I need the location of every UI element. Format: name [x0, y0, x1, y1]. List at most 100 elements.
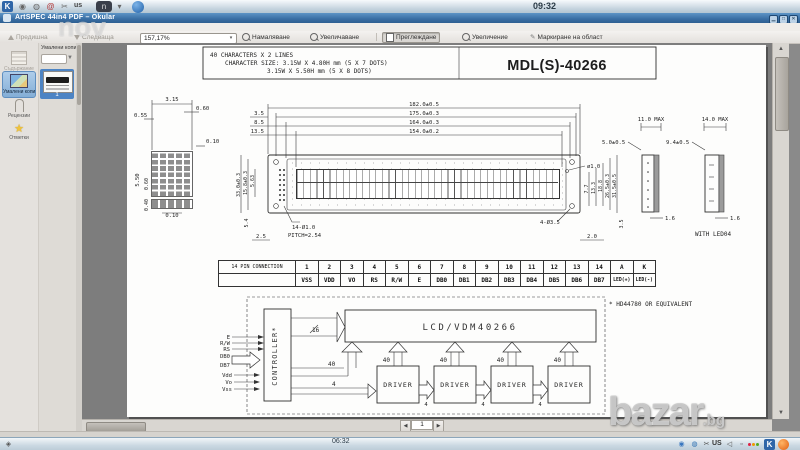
svg-text:1.6: 1.6 [730, 216, 740, 222]
selection-tool-button[interactable]: ✎ Маркиране на област [526, 32, 607, 43]
network-status-icon[interactable] [746, 439, 762, 450]
browse-tool-button[interactable]: Преглеждане [382, 32, 441, 43]
scroll-up-icon[interactable]: ▲ [773, 43, 789, 55]
svg-text:14.0 MAX: 14.0 MAX [702, 117, 729, 123]
keyboard-layout-indicator[interactable]: us [74, 2, 82, 9]
globe-icon[interactable]: ◍ [31, 1, 42, 12]
svg-text:* HD44780 OR EQUIVALENT: * HD44780 OR EQUIVALENT [609, 301, 692, 308]
thumbnail-lcd-bar [46, 77, 69, 83]
chevron-down-icon[interactable]: ▾ [227, 35, 235, 41]
top-panel-clock[interactable]: 09:32 [533, 1, 556, 11]
zoom-in-button[interactable]: Увеличаване [306, 32, 363, 43]
desktop-top-panel: K ◉ ◍ @ ✂ us n ▾ 09:32 [0, 0, 800, 14]
svg-text:0.60: 0.60 [144, 178, 150, 190]
svg-text:5.63: 5.63 [250, 175, 256, 187]
part-number: MDL(S)-40266 [507, 58, 607, 74]
thumbnails-icon [10, 74, 28, 88]
tray-user-icon[interactable]: ◉ [676, 439, 687, 450]
svg-text:175.0±0.3: 175.0±0.3 [409, 111, 439, 117]
svg-text:9.4±0.5: 9.4±0.5 [666, 140, 689, 146]
star-icon: ★ [14, 123, 24, 135]
svg-text:3.15: 3.15 [165, 97, 178, 103]
vertical-scrollbar[interactable]: ▲ ▼ [772, 43, 789, 419]
vertical-scrollbar-thumb[interactable] [775, 57, 789, 131]
mail-icon[interactable]: @ [45, 1, 56, 12]
taskbar: ◈ 06:32 ◉ ◍ ✂ US ◁ ▫ K [0, 437, 800, 450]
module-left-dims: 33.0±0.3 15.8±0.3 5.63 5.4 2.5 14-Ø1.0 P… [236, 155, 322, 241]
svg-text:0.60: 0.60 [196, 106, 209, 112]
zoom-out-button[interactable]: Намаляване [238, 32, 294, 43]
connector-holes [279, 169, 285, 201]
firefox-icon[interactable] [778, 439, 789, 450]
sidebar-item-thumbnails[interactable]: Умалени копия [2, 71, 36, 98]
svg-text:2.5: 2.5 [256, 234, 266, 240]
volume-icon[interactable]: ◁ [724, 439, 735, 450]
svg-text:4: 4 [332, 381, 336, 388]
page-number-field[interactable]: 1 [411, 420, 433, 430]
previous-page-button[interactable]: Предишна [4, 32, 52, 43]
header-block: 40 CHARACTERS X 2 LINES CHARACTER SIZE: … [202, 46, 657, 80]
svg-text:Vdd: Vdd [222, 373, 232, 379]
cut-icon[interactable]: ✂ [59, 1, 70, 12]
svg-text:5.0±0.5: 5.0±0.5 [602, 140, 625, 146]
contents-icon [11, 51, 27, 65]
page-thumbnail[interactable]: 1 [40, 69, 74, 99]
zoom-value: 157,17% [144, 34, 170, 42]
svg-text:7.7: 7.7 [584, 184, 590, 193]
taskbar-keyboard-layout[interactable]: US [712, 440, 722, 447]
kde-tray-icon[interactable]: K [764, 439, 775, 450]
svg-text:2.0: 2.0 [587, 234, 597, 240]
taskbar-clock[interactable]: 06:32 [332, 438, 350, 446]
zoom-tool-button[interactable]: Увеличение [458, 32, 512, 43]
svg-text:13.5: 13.5 [251, 129, 264, 135]
svg-text:0.10: 0.10 [165, 213, 178, 219]
svg-text:1.6: 1.6 [665, 216, 675, 222]
svg-text:8.5: 8.5 [254, 120, 264, 126]
svg-text:31.5±0.5: 31.5±0.5 [612, 174, 618, 198]
svg-text:33.0±0.3: 33.0±0.3 [236, 173, 242, 197]
toolbar-separator [376, 33, 377, 41]
launcher-icon[interactable]: ◈ [3, 439, 14, 450]
svg-text:4: 4 [481, 402, 485, 408]
svg-text:11.0 MAX: 11.0 MAX [638, 117, 665, 123]
svg-text:DB7: DB7 [220, 363, 230, 369]
page-bar: ◀ 1 ▶ [400, 420, 444, 432]
kde-menu-icon[interactable]: K [2, 1, 13, 12]
svg-text:18.8: 18.8 [598, 180, 604, 192]
zoom-combobox[interactable]: 157,17% ▾ [140, 32, 237, 44]
sidebar-item-reviews[interactable]: Рецензии [3, 97, 35, 121]
svg-text:40: 40 [328, 361, 336, 368]
panel-scrollbar-thumb[interactable] [77, 45, 81, 105]
tray-globe-icon[interactable]: ◍ [689, 439, 700, 450]
svg-text:40: 40 [497, 357, 505, 364]
tray-misc-icon[interactable]: ✂ [701, 439, 712, 450]
svg-text:5.4: 5.4 [244, 218, 250, 227]
magnifier-icon [462, 33, 470, 42]
svg-text:5.50: 5.50 [135, 173, 141, 186]
eject-icon[interactable]: ◉ [17, 1, 28, 12]
magnifier-minus-icon [242, 33, 250, 42]
svg-text:4: 4 [424, 402, 428, 408]
sidebar-item-bookmarks[interactable]: ★ Отметки [3, 121, 35, 143]
browser-icon[interactable]: n [96, 1, 112, 12]
filter-funnel-icon: ▼ [67, 55, 73, 61]
svg-text:3.15W X 5.50H mm (5 X 8 DOTS): 3.15W X 5.50H mm (5 X 8 DOTS) [267, 68, 372, 75]
panel-chevron-icon[interactable]: ▾ [116, 1, 123, 12]
svg-text:3.5: 3.5 [254, 111, 264, 117]
window-titlebar[interactable]: ArtSPEC 44in4 PDF – Okular ▁ □ ✕ [0, 13, 800, 24]
thumbnails-header: Умалени копия [41, 45, 80, 51]
scroll-down-icon[interactable]: ▼ [773, 407, 789, 419]
svg-text:0.40: 0.40 [144, 199, 150, 211]
watermark-top: nov [58, 12, 107, 42]
svg-text:Vo: Vo [225, 380, 232, 386]
thumbnail-filter-input[interactable] [41, 54, 67, 64]
side-view-led: 14.0 MAX 9.4±0.5 1.6 WITH LED04 [666, 117, 740, 238]
thumbnail-line [46, 88, 69, 90]
arrow-up-icon [8, 34, 14, 40]
sidebar-tabstrip: Съдържание Умалени копия Рецензии ★ Отме… [0, 43, 39, 431]
controller-inputs: E R/W RS DB0 DB7 Vdd Vo Vss [220, 335, 264, 393]
svg-text:26.5±0.3: 26.5±0.3 [605, 174, 611, 198]
svg-text:164.0±0.3: 164.0±0.3 [409, 120, 439, 126]
svg-text:RS: RS [223, 347, 230, 353]
user-applet-icon[interactable] [132, 1, 144, 13]
